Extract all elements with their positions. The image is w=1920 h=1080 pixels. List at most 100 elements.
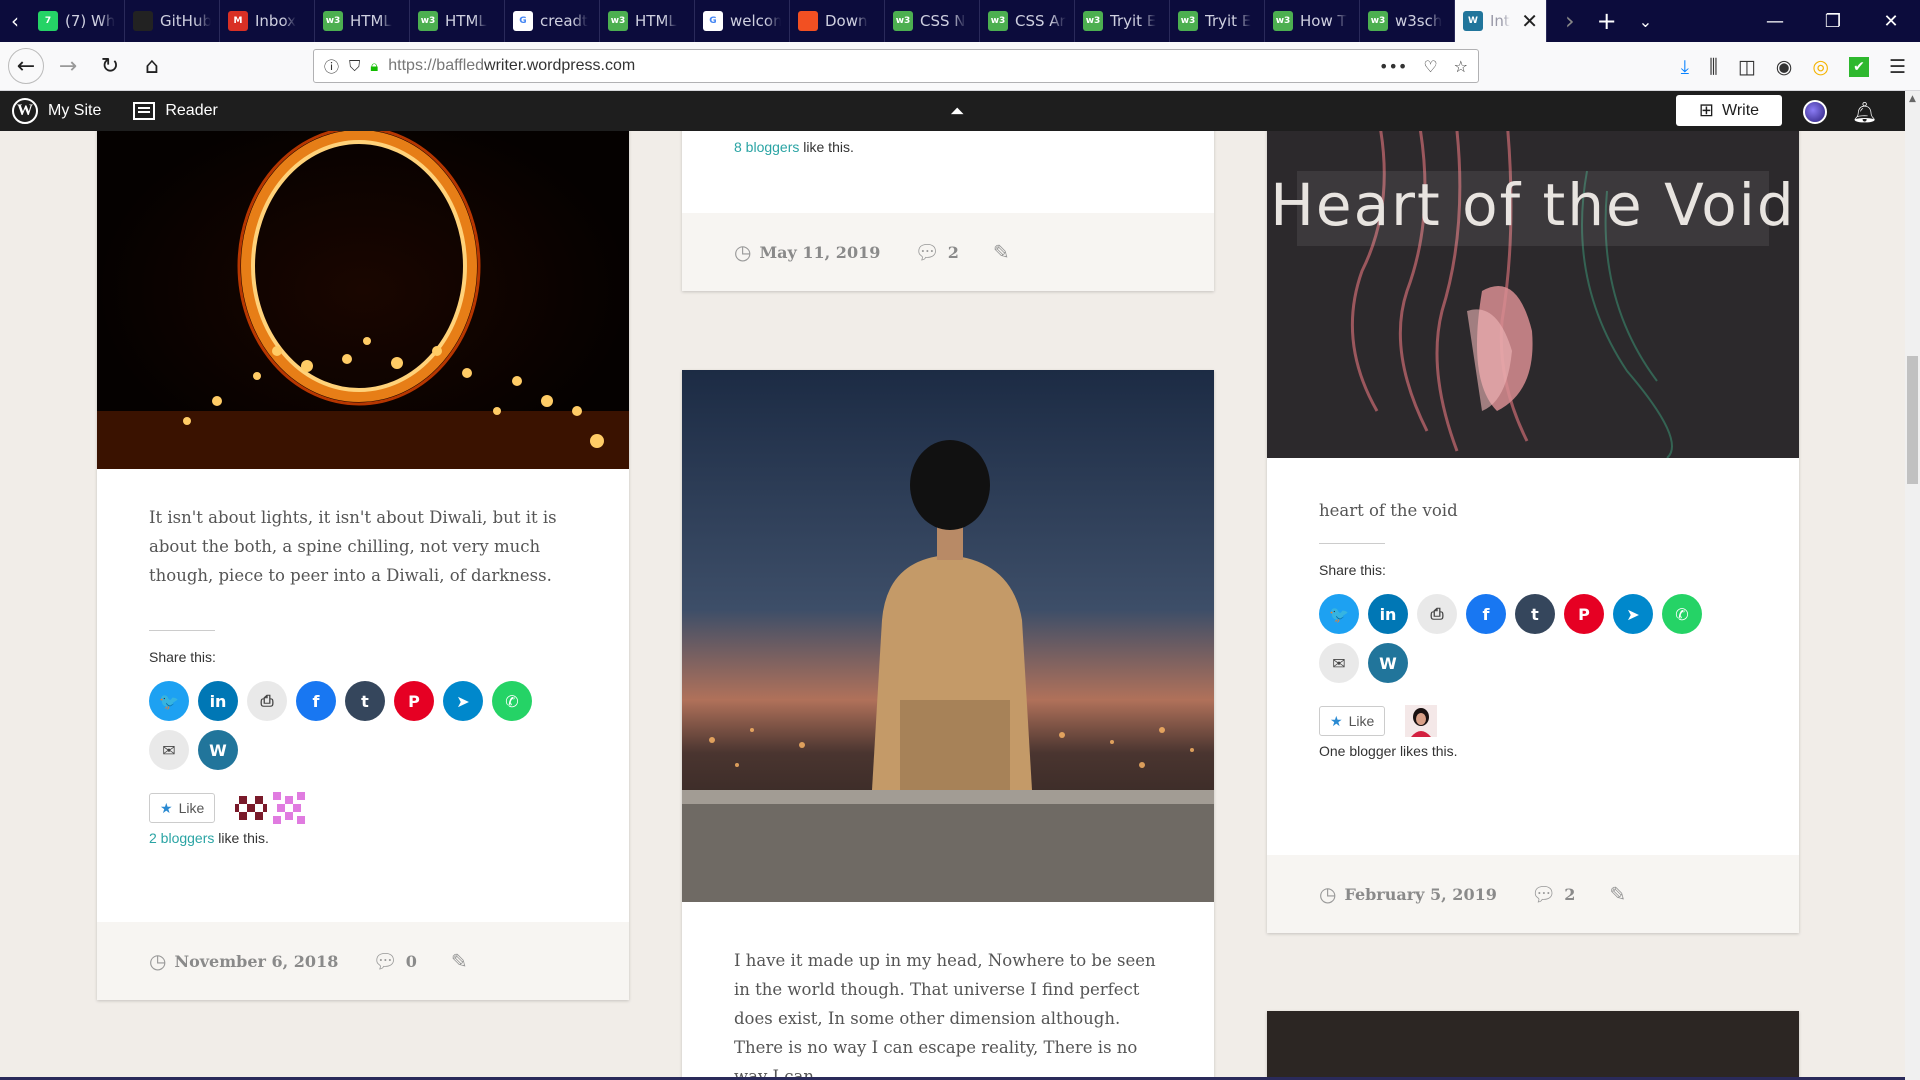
tab[interactable]: w3 HTML (410, 0, 505, 42)
post-date[interactable]: ◷ November 6, 2018 (149, 949, 338, 973)
tab-scroll-right-icon[interactable]: › (1565, 7, 1575, 35)
share-pinterest-button[interactable]: P (394, 681, 434, 721)
comments-icon: 💬︎ (1530, 882, 1557, 906)
edit-post[interactable]: ✎ (993, 240, 1010, 264)
info-icon[interactable]: ⓘ (324, 56, 339, 77)
lock-icon[interactable]: 🔒︎ (370, 57, 378, 75)
share-divider (1319, 543, 1385, 544)
share-whatsapp-button[interactable]: ✆ (492, 681, 532, 721)
tab[interactable]: w3 Tryit E (1170, 0, 1265, 42)
share-whatsapp-button[interactable]: ✆ (1662, 594, 1702, 634)
back-button[interactable]: ← (8, 48, 44, 84)
tab-favicon-icon (798, 11, 818, 31)
minimize-icon[interactable]: — (1746, 11, 1804, 32)
scrollbar-thumb[interactable] (1907, 356, 1918, 484)
share-wordpress-button[interactable]: W (1368, 643, 1408, 683)
reader-link[interactable]: Reader (121, 102, 229, 120)
share-linkedin-button[interactable]: in (198, 681, 238, 721)
post-card-next[interactable] (1267, 1011, 1799, 1080)
tab[interactable]: w3 How T (1265, 0, 1360, 42)
home-button[interactable]: ⌂ (134, 48, 170, 84)
liker-avatar[interactable] (1405, 705, 1438, 737)
restore-icon[interactable]: ❐ (1804, 11, 1862, 32)
bookmark-star-icon[interactable]: ☆ (1454, 57, 1468, 76)
share-pinterest-button[interactable]: P (1564, 594, 1604, 634)
share-facebook-button[interactable]: f (296, 681, 336, 721)
sidebar-icon[interactable]: ◫ (1738, 56, 1756, 78)
tab[interactable]: w3 w3sch (1360, 0, 1455, 42)
share-telegram-button[interactable]: ➤ (1613, 594, 1653, 634)
share-wordpress-button[interactable]: W (198, 730, 238, 770)
reload-button[interactable]: ↻ (92, 48, 128, 84)
share-tumblr-button[interactable]: t (1515, 594, 1555, 634)
new-tab-icon[interactable]: + (1597, 7, 1617, 35)
post-image-man-on-rooftop[interactable] (682, 370, 1214, 902)
post-comments[interactable]: 💬︎ 2 (914, 240, 959, 264)
url-text[interactable]: https://baffledwriter.wordpress.com (388, 57, 635, 75)
share-email-button[interactable]: ✉ (149, 730, 189, 770)
share-linkedin-button[interactable]: in (1368, 594, 1408, 634)
tab-list-icon[interactable]: ⌄ (1639, 12, 1652, 31)
share-tumblr-button[interactable]: t (345, 681, 385, 721)
tab[interactable]: Gwelcom (695, 0, 790, 42)
share-print-button[interactable]: ⎙ (1417, 594, 1457, 634)
likers-link[interactable]: 2 bloggers (149, 830, 214, 846)
post-date[interactable]: ◷ February 5, 2019 (1319, 882, 1497, 906)
my-site-link[interactable]: W My Site (0, 98, 113, 124)
tab-scroll-left-icon[interactable]: ‹ (0, 0, 30, 42)
tab-active[interactable]: W Int ✕ (1455, 0, 1547, 42)
tab-title: How T (1300, 12, 1347, 30)
post-comments[interactable]: 💬︎ 2 (1531, 882, 1576, 906)
date-text: May 11, 2019 (759, 242, 881, 262)
post-image-jellyfish[interactable]: Heart of the Void (1267, 131, 1799, 458)
pocket-icon[interactable]: ♡ (1423, 57, 1437, 76)
share-twitter-button[interactable]: 🐦 (149, 681, 189, 721)
page-scrollbar[interactable]: ▲ (1905, 91, 1920, 1080)
tab[interactable]: 7 (7) Wh (30, 0, 125, 42)
tab[interactable]: w3 HTML (600, 0, 695, 42)
user-avatar[interactable] (1803, 100, 1827, 124)
shield-icon[interactable]: ⛉ (349, 57, 360, 75)
url-bar[interactable]: ⓘ ⛉ 🔒︎ https://baffledwriter.wordpress.c… (313, 49, 1479, 83)
tab[interactable]: w3 CSS Ar (980, 0, 1075, 42)
post-image-fire-ring[interactable] (97, 131, 629, 469)
page-actions-icon[interactable]: ••• (1379, 57, 1407, 76)
liker-avatar[interactable] (235, 792, 268, 824)
write-button[interactable]: ⊞ Write (1676, 95, 1782, 126)
download-icon[interactable]: ⤓ (1681, 56, 1689, 78)
navigation-toolbar: ← → ↻ ⌂ ⓘ ⛉ 🔒︎ https://baffledwriter.wor… (0, 42, 1920, 91)
tab[interactable]: Down (790, 0, 885, 42)
scroll-top-icon[interactable]: ⏶ (950, 101, 964, 122)
post-comments[interactable]: 💬︎ 0 (372, 949, 417, 973)
tab[interactable]: w3 HTML (315, 0, 410, 42)
tab[interactable]: w3 CSS N (885, 0, 980, 42)
edit-post[interactable]: ✎ (1609, 882, 1626, 906)
liker-avatar[interactable] (273, 792, 306, 824)
close-tab-icon[interactable]: ✕ (1521, 9, 1538, 33)
tab[interactable]: M Inbox (220, 0, 315, 42)
share-print-button[interactable]: ⎙ (247, 681, 287, 721)
close-window-icon[interactable]: ✕ (1862, 11, 1920, 32)
tab[interactable]: GitHub (125, 0, 220, 42)
likers-link[interactable]: 8 bloggers (734, 139, 799, 155)
share-twitter-button[interactable]: 🐦 (1319, 594, 1359, 634)
tab[interactable]: w3 Tryit E (1075, 0, 1170, 42)
forward-button[interactable]: → (50, 48, 86, 84)
library-icon[interactable]: ⫼ (1709, 56, 1718, 78)
share-telegram-button[interactable]: ➤ (443, 681, 483, 721)
extension-search-icon[interactable]: ◎ (1812, 56, 1829, 78)
share-email-button[interactable]: ✉ (1319, 643, 1359, 683)
post-date[interactable]: ◷ May 11, 2019 (734, 240, 880, 264)
edit-post[interactable]: ✎ (451, 949, 468, 973)
tab-favicon-icon: w3 (1083, 11, 1103, 31)
scroll-up-icon[interactable]: ▲ (1905, 91, 1920, 108)
email-icon: ✉ (162, 740, 176, 760)
account-icon[interactable]: ◉ (1776, 56, 1793, 78)
like-button[interactable]: ★ Like (149, 793, 216, 823)
like-button[interactable]: ★ Like (1319, 706, 1386, 736)
tab[interactable]: Gcreadt (505, 0, 600, 42)
notifications-icon[interactable]: 🔔︎ (1852, 100, 1877, 125)
extension-check-icon[interactable]: ✔ (1848, 56, 1869, 77)
share-facebook-button[interactable]: f (1466, 594, 1506, 634)
menu-icon[interactable]: ☰ (1889, 56, 1906, 78)
